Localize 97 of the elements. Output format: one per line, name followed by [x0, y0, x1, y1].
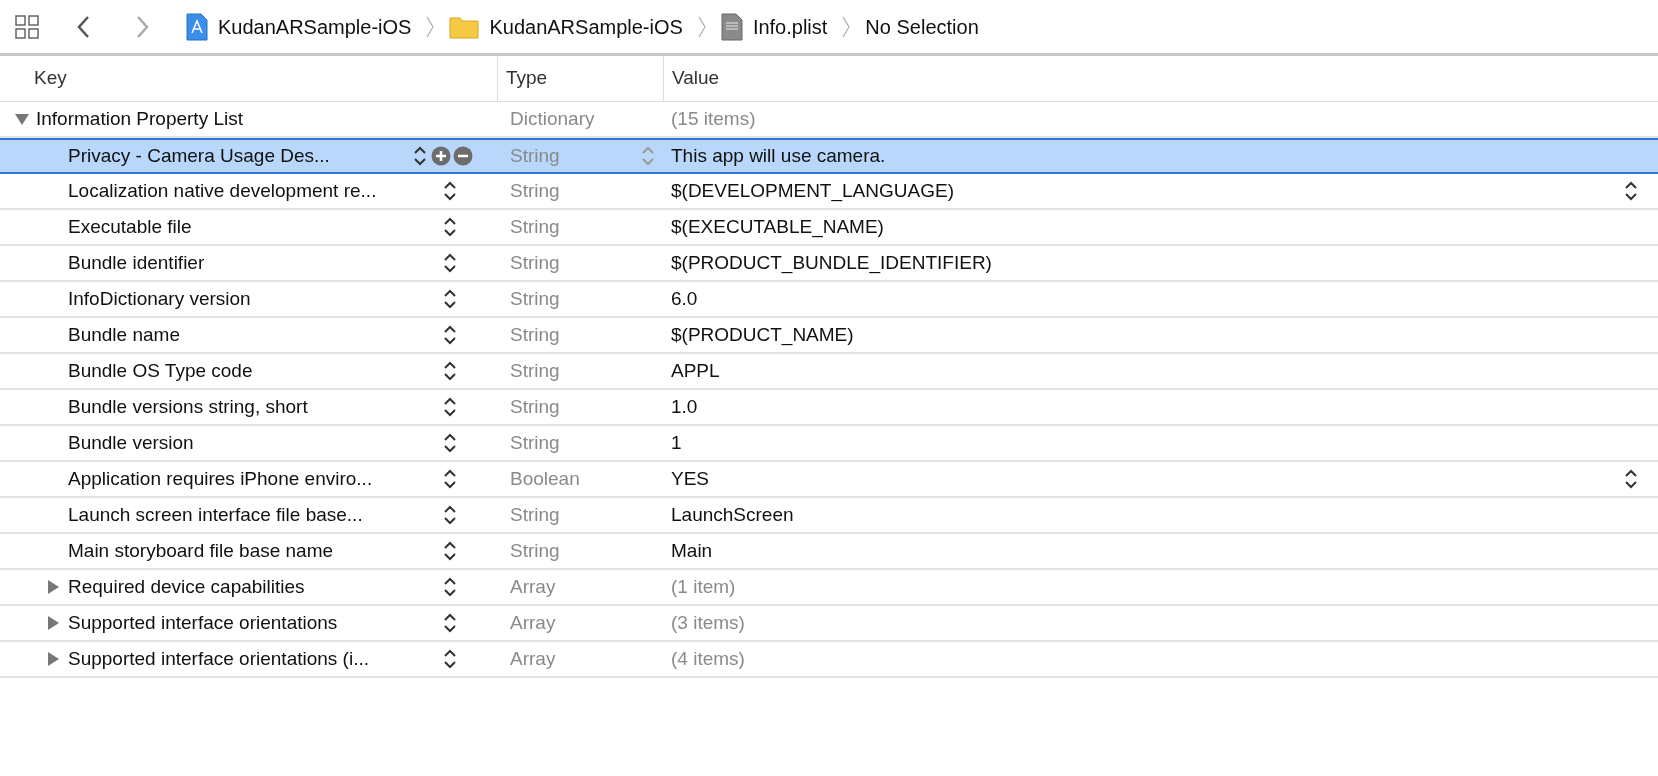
column-header[interactable]: Type: [506, 64, 548, 93]
key-cell-text: Privacy - Camera Usage Des...: [68, 143, 330, 168]
key-stepper-icon[interactable]: [443, 467, 457, 491]
table-row[interactable]: Required device capabilities Array (1 item): [0, 570, 1658, 606]
key-cell-text: Information Property List: [36, 106, 243, 131]
value-cell-text: (1 item): [671, 574, 736, 599]
type-cell-text: Boolean: [510, 466, 580, 491]
project-file-icon: [186, 12, 208, 41]
key-cell-text: Required device capabilities: [68, 574, 305, 599]
key-stepper-icon[interactable]: [443, 395, 457, 419]
key-cell-text: Executable file: [68, 214, 192, 239]
value-cell-text: (15 items): [671, 106, 756, 131]
type-cell-text: String: [510, 502, 560, 527]
key-cell-text: InfoDictionary version: [68, 286, 251, 311]
table-row[interactable]: Bundle name String $(PRODUCT_NAME): [0, 318, 1658, 354]
breadcrumb-item[interactable]: KudanARSample-iOS: [218, 11, 412, 42]
related-items-icon[interactable]: [14, 13, 40, 40]
disclosure-triangle-icon[interactable]: [46, 651, 60, 667]
key-stepper-icon[interactable]: [413, 144, 427, 168]
table-row[interactable]: Privacy - Camera Usage Des... String This app will use camera.: [0, 138, 1658, 174]
key-stepper-icon[interactable]: [443, 503, 457, 527]
type-cell-text: String: [510, 250, 560, 275]
value-stepper-icon[interactable]: [1624, 467, 1638, 491]
table-row[interactable]: Bundle versions string, short String 1.0: [0, 390, 1658, 426]
value-cell-text: $(PRODUCT_NAME): [671, 322, 854, 348]
key-stepper-icon[interactable]: [443, 539, 457, 563]
table-row[interactable]: Supported interface orientations Array (3 items): [0, 606, 1658, 642]
value-cell-text: APPL: [671, 358, 720, 383]
column-header[interactable]: Key: [34, 64, 67, 93]
key-cell-text: Application requires iPhone enviro...: [68, 466, 373, 491]
type-cell-text: String: [510, 322, 560, 347]
table-row[interactable]: Launch screen interface file base... String LaunchScreen: [0, 498, 1658, 534]
table-row[interactable]: Supported interface orientations (i... Array (4 items): [0, 642, 1658, 678]
value-cell-text: $(EXECUTABLE_NAME): [671, 214, 884, 240]
type-cell-text: String: [510, 214, 560, 239]
key-cell-text: Bundle versions string, short: [68, 394, 308, 419]
key-stepper-icon[interactable]: [443, 647, 457, 671]
key-cell-text: Bundle name: [68, 322, 180, 347]
key-cell-text: Localization native development re...: [68, 178, 377, 203]
value-stepper-icon[interactable]: [1624, 179, 1638, 203]
disclosure-triangle-icon[interactable]: [14, 112, 30, 126]
value-cell-text: $(DEVELOPMENT_LANGUAGE): [671, 178, 954, 204]
key-stepper-icon[interactable]: [443, 359, 457, 383]
key-stepper-icon[interactable]: [443, 251, 457, 275]
disclosure-triangle-icon[interactable]: [46, 615, 60, 631]
key-stepper-icon[interactable]: [443, 287, 457, 311]
value-cell-text: 1.0: [671, 394, 698, 419]
type-cell-text: String: [510, 358, 560, 383]
remove-icon[interactable]: [453, 146, 473, 166]
type-cell-text: String: [510, 430, 560, 455]
type-cell-text: Array: [510, 646, 556, 671]
key-cell-text: Launch screen interface file base...: [68, 502, 363, 527]
value-cell-text: YES: [671, 466, 710, 491]
disclosure-triangle-icon[interactable]: [46, 579, 60, 595]
document-icon: [720, 12, 743, 41]
value-cell-text: LaunchScreen: [671, 502, 794, 527]
folder-icon: [449, 14, 480, 39]
key-stepper-icon[interactable]: [443, 431, 457, 455]
type-cell-text: String: [510, 394, 560, 419]
breadcrumb-item[interactable]: KudanARSample-iOS: [489, 11, 683, 42]
type-cell-text: String: [510, 143, 560, 168]
value-cell-text: This app will use camera.: [671, 143, 886, 168]
key-cell-text: Bundle identifier: [68, 250, 205, 275]
type-cell-text: Array: [510, 574, 556, 599]
key-cell-text: Bundle OS Type code: [68, 358, 253, 383]
key-stepper-icon[interactable]: [443, 179, 457, 203]
table-row[interactable]: Bundle OS Type code String APPL: [0, 354, 1658, 390]
value-cell-text: $(PRODUCT_BUNDLE_IDENTIFIER): [671, 250, 992, 276]
type-cell-text: String: [510, 286, 560, 311]
table-row[interactable]: Bundle version String 1: [0, 426, 1658, 462]
key-stepper-icon[interactable]: [443, 611, 457, 635]
table-row[interactable]: Localization native development re... String $(DEVELOPMENT_LANGUAGE): [0, 174, 1658, 210]
key-cell-text: Supported interface orientations: [68, 610, 338, 635]
column-header[interactable]: Value: [672, 64, 720, 93]
value-cell-text: (3 items): [671, 610, 745, 635]
table-row[interactable]: Main storyboard file base name String Main: [0, 534, 1658, 570]
key-cell-text: Main storyboard file base name: [68, 538, 334, 563]
type-cell-text: String: [510, 538, 560, 563]
type-cell-text: Array: [510, 610, 556, 635]
breadcrumb-item[interactable]: No Selection: [865, 11, 979, 42]
value-cell-text: 6.0: [671, 286, 698, 311]
type-cell-text: Dictionary: [510, 106, 595, 131]
breadcrumb-item[interactable]: Info.plist: [752, 11, 828, 42]
key-stepper-icon[interactable]: [443, 575, 457, 599]
key-cell-text: Bundle version: [68, 430, 194, 455]
key-stepper-icon[interactable]: [443, 323, 457, 347]
key-cell-text: Supported interface orientations (i...: [68, 646, 369, 671]
add-icon[interactable]: [431, 146, 451, 166]
type-cell-text: String: [510, 178, 560, 203]
table-row[interactable]: Application requires iPhone enviro... Boolean YES: [0, 462, 1658, 498]
value-cell-text: 1: [671, 430, 682, 455]
table-row[interactable]: InfoDictionary version String 6.0: [0, 282, 1658, 318]
table-row[interactable]: Executable file String $(EXECUTABLE_NAME): [0, 210, 1658, 246]
value-cell-text: Main: [671, 538, 713, 563]
table-row[interactable]: Bundle identifier String $(PRODUCT_BUNDLE_IDENTIFIER): [0, 246, 1658, 282]
key-stepper-icon[interactable]: [443, 215, 457, 239]
value-cell-text: (4 items): [671, 646, 745, 671]
